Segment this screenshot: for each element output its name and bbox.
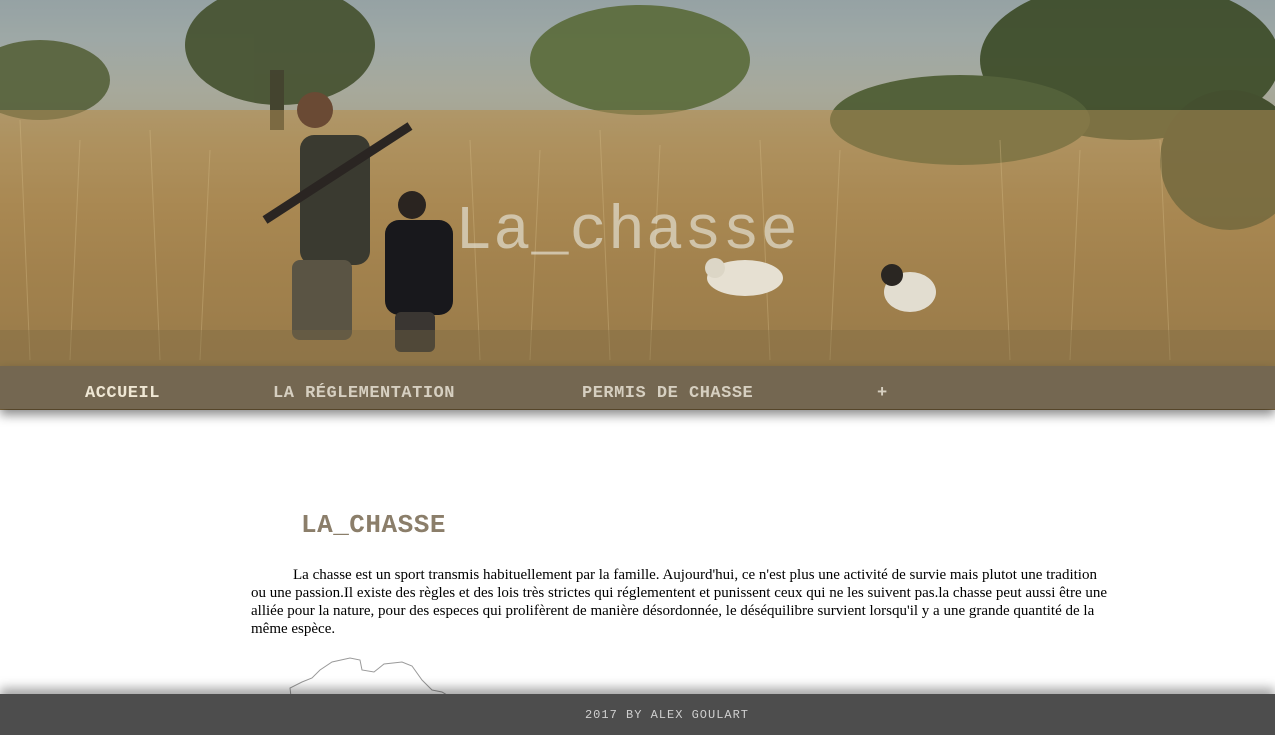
page-heading: LA_CHASSE — [301, 510, 446, 540]
copyright-text: 2017 BY ALEX GOULART — [584, 708, 750, 722]
footer: 2017 BY ALEX GOULART — [0, 694, 1275, 735]
main-navigation: ACCUEIL LA RÉGLEMENTATION PERMIS DE CHAS… — [0, 366, 1275, 409]
nav-more-button[interactable]: + — [877, 366, 888, 409]
nav-item-accueil[interactable]: ACCUEIL — [85, 366, 160, 409]
nav-item-reglementation[interactable]: LA RÉGLEMENTATION — [273, 366, 455, 409]
hero-banner: La_chasse — [0, 0, 1275, 410]
intro-paragraph: La chasse est un sport transmis habituel… — [251, 567, 1108, 637]
nav-item-permis-de-chasse[interactable]: PERMIS DE CHASSE — [582, 366, 753, 409]
site-title: La_chasse — [455, 196, 799, 267]
